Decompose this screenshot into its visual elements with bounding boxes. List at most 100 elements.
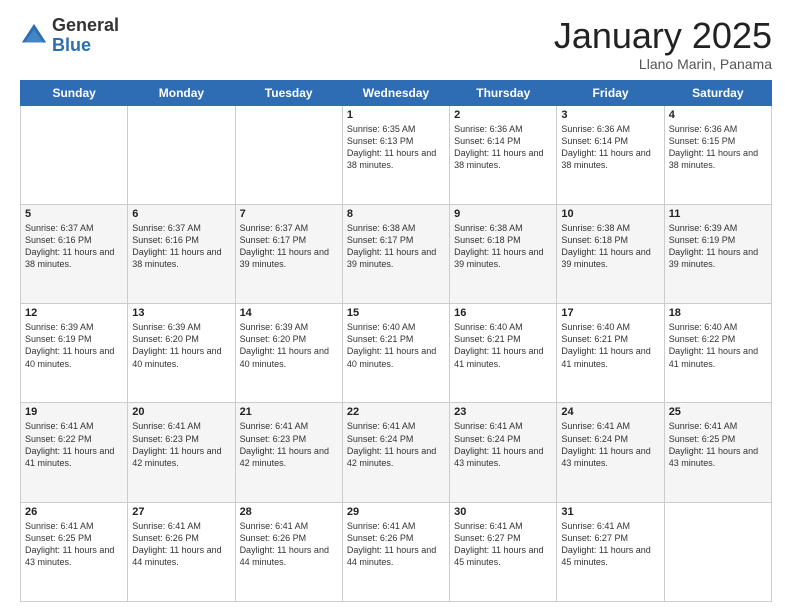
calendar-cell: 4 Sunrise: 6:36 AM Sunset: 6:15 PM Daylig… [664,105,771,204]
col-saturday: Saturday [664,80,771,105]
day-info: Sunrise: 6:40 AM Sunset: 6:21 PM Dayligh… [347,321,445,370]
calendar-cell: 30 Sunrise: 6:41 AM Sunset: 6:27 PM Dayli… [450,502,557,601]
calendar-cell: 9 Sunrise: 6:38 AM Sunset: 6:18 PM Daylig… [450,204,557,303]
header: General Blue January 2025 Llano Marin, P… [20,16,772,72]
day-info: Sunrise: 6:39 AM Sunset: 6:19 PM Dayligh… [25,321,123,370]
day-info: Sunrise: 6:39 AM Sunset: 6:20 PM Dayligh… [240,321,338,370]
calendar-cell: 5Sunrise: 6:37 AM Sunset: 6:16 PM Daylig… [21,204,128,303]
day-info: Sunrise: 6:38 AM Sunset: 6:18 PM Dayligh… [561,222,659,271]
day-info: Sunrise: 6:39 AM Sunset: 6:19 PM Dayligh… [669,222,767,271]
calendar-cell: 3Sunrise: 6:36 AM Sunset: 6:14 PM Daylig… [557,105,664,204]
day-info: Sunrise: 6:40 AM Sunset: 6:21 PM Dayligh… [561,321,659,370]
calendar-cell: 6Sunrise: 6:37 AM Sunset: 6:16 PM Daylig… [128,204,235,303]
day-number: 24 [561,406,659,418]
day-info: Sunrise: 6:38 AM Sunset: 6:18 PM Dayligh… [454,222,552,271]
calendar-week-4: 19Sunrise: 6:41 AM Sunset: 6:22 PM Dayli… [21,403,772,502]
day-number: 4 [669,109,767,121]
calendar-table: Sunday Monday Tuesday Wednesday Thursday… [20,80,772,602]
day-number: 27 [132,506,230,518]
day-number: 20 [132,406,230,418]
day-info: Sunrise: 6:41 AM Sunset: 6:27 PM Dayligh… [561,520,659,569]
calendar-cell: 20 Sunrise: 6:41 AM Sunset: 6:23 PM Dayli… [128,403,235,502]
calendar-cell: 21 Sunrise: 6:41 AM Sunset: 6:23 PM Dayli… [235,403,342,502]
calendar-cell: 23Sunrise: 6:41 AM Sunset: 6:24 PM Dayli… [450,403,557,502]
calendar-cell: 11 Sunrise: 6:39 AM Sunset: 6:19 PM Dayli… [664,204,771,303]
day-number: 25 [669,406,767,418]
day-number: 19 [25,406,123,418]
calendar-cell: 31 Sunrise: 6:41 AM Sunset: 6:27 PM Dayli… [557,502,664,601]
calendar-cell: 10Sunrise: 6:38 AM Sunset: 6:18 PM Dayli… [557,204,664,303]
calendar-cell: 8 Sunrise: 6:38 AM Sunset: 6:17 PM Daylig… [342,204,449,303]
calendar-cell: 7Sunrise: 6:37 AM Sunset: 6:17 PM Daylig… [235,204,342,303]
day-info: Sunrise: 6:41 AM Sunset: 6:26 PM Dayligh… [347,520,445,569]
col-wednesday: Wednesday [342,80,449,105]
day-info: Sunrise: 6:38 AM Sunset: 6:17 PM Dayligh… [347,222,445,271]
day-info: Sunrise: 6:37 AM Sunset: 6:17 PM Dayligh… [240,222,338,271]
calendar-cell: 26Sunrise: 6:41 AM Sunset: 6:25 PM Dayli… [21,502,128,601]
calendar-cell: 19Sunrise: 6:41 AM Sunset: 6:22 PM Dayli… [21,403,128,502]
calendar-cell [235,105,342,204]
day-info: Sunrise: 6:35 AM Sunset: 6:13 PM Dayligh… [347,123,445,172]
logo-general-text: General [52,16,119,36]
day-number: 11 [669,208,767,220]
calendar-week-2: 5 Sunrise: 6:37 AM Sunset: 6:16 PM Daylig… [21,204,772,303]
day-number: 26 [25,506,123,518]
day-info: Sunrise: 6:41 AM Sunset: 6:26 PM Dayligh… [132,520,230,569]
day-number: 1 [347,109,445,121]
logo-blue-text: Blue [52,36,119,56]
title-block: January 2025 Llano Marin, Panama [554,16,772,72]
logo-text: General Blue [52,16,119,56]
col-monday: Monday [128,80,235,105]
day-info: Sunrise: 6:41 AM Sunset: 6:25 PM Dayligh… [669,420,767,469]
day-info: Sunrise: 6:36 AM Sunset: 6:14 PM Dayligh… [561,123,659,172]
day-info: Sunrise: 6:36 AM Sunset: 6:14 PM Dayligh… [454,123,552,172]
day-number: 31 [561,506,659,518]
day-number: 13 [132,307,230,319]
calendar-cell [664,502,771,601]
day-number: 21 [240,406,338,418]
col-tuesday: Tuesday [235,80,342,105]
day-number: 14 [240,307,338,319]
day-number: 18 [669,307,767,319]
calendar-location: Llano Marin, Panama [554,56,772,72]
calendar-cell: 24 Sunrise: 6:41 AM Sunset: 6:24 PM Dayli… [557,403,664,502]
col-thursday: Thursday [450,80,557,105]
day-info: Sunrise: 6:41 AM Sunset: 6:24 PM Dayligh… [454,420,552,469]
day-number: 8 [347,208,445,220]
header-row: Sunday Monday Tuesday Wednesday Thursday… [21,80,772,105]
calendar-cell: 16Sunrise: 6:40 AM Sunset: 6:21 PM Dayli… [450,304,557,403]
calendar-week-1: 1 Sunrise: 6:35 AM Sunset: 6:13 PM Daylig… [21,105,772,204]
calendar-week-3: 12 Sunrise: 6:39 AM Sunset: 6:19 PM Dayli… [21,304,772,403]
day-number: 17 [561,307,659,319]
logo: General Blue [20,16,119,56]
day-info: Sunrise: 6:41 AM Sunset: 6:24 PM Dayligh… [561,420,659,469]
calendar-cell: 15 Sunrise: 6:40 AM Sunset: 6:21 PM Dayli… [342,304,449,403]
day-info: Sunrise: 6:36 AM Sunset: 6:15 PM Dayligh… [669,123,767,172]
day-number: 5 [25,208,123,220]
day-info: Sunrise: 6:41 AM Sunset: 6:26 PM Dayligh… [240,520,338,569]
day-number: 29 [347,506,445,518]
calendar-cell: 12 Sunrise: 6:39 AM Sunset: 6:19 PM Dayli… [21,304,128,403]
calendar-title: January 2025 [554,16,772,56]
day-number: 16 [454,307,552,319]
calendar-cell: 27 Sunrise: 6:41 AM Sunset: 6:26 PM Dayli… [128,502,235,601]
day-number: 15 [347,307,445,319]
day-number: 28 [240,506,338,518]
day-info: Sunrise: 6:37 AM Sunset: 6:16 PM Dayligh… [132,222,230,271]
calendar-cell: 17 Sunrise: 6:40 AM Sunset: 6:21 PM Dayli… [557,304,664,403]
col-sunday: Sunday [21,80,128,105]
calendar-cell: 13 Sunrise: 6:39 AM Sunset: 6:20 PM Dayli… [128,304,235,403]
calendar-cell: 18Sunrise: 6:40 AM Sunset: 6:22 PM Dayli… [664,304,771,403]
day-info: Sunrise: 6:41 AM Sunset: 6:23 PM Dayligh… [132,420,230,469]
day-number: 2 [454,109,552,121]
day-number: 9 [454,208,552,220]
calendar-cell: 1 Sunrise: 6:35 AM Sunset: 6:13 PM Daylig… [342,105,449,204]
col-friday: Friday [557,80,664,105]
day-number: 30 [454,506,552,518]
day-info: Sunrise: 6:39 AM Sunset: 6:20 PM Dayligh… [132,321,230,370]
calendar-cell: 29 Sunrise: 6:41 AM Sunset: 6:26 PM Dayli… [342,502,449,601]
day-info: Sunrise: 6:41 AM Sunset: 6:23 PM Dayligh… [240,420,338,469]
day-info: Sunrise: 6:41 AM Sunset: 6:27 PM Dayligh… [454,520,552,569]
page: General Blue January 2025 Llano Marin, P… [0,0,792,612]
day-number: 12 [25,307,123,319]
